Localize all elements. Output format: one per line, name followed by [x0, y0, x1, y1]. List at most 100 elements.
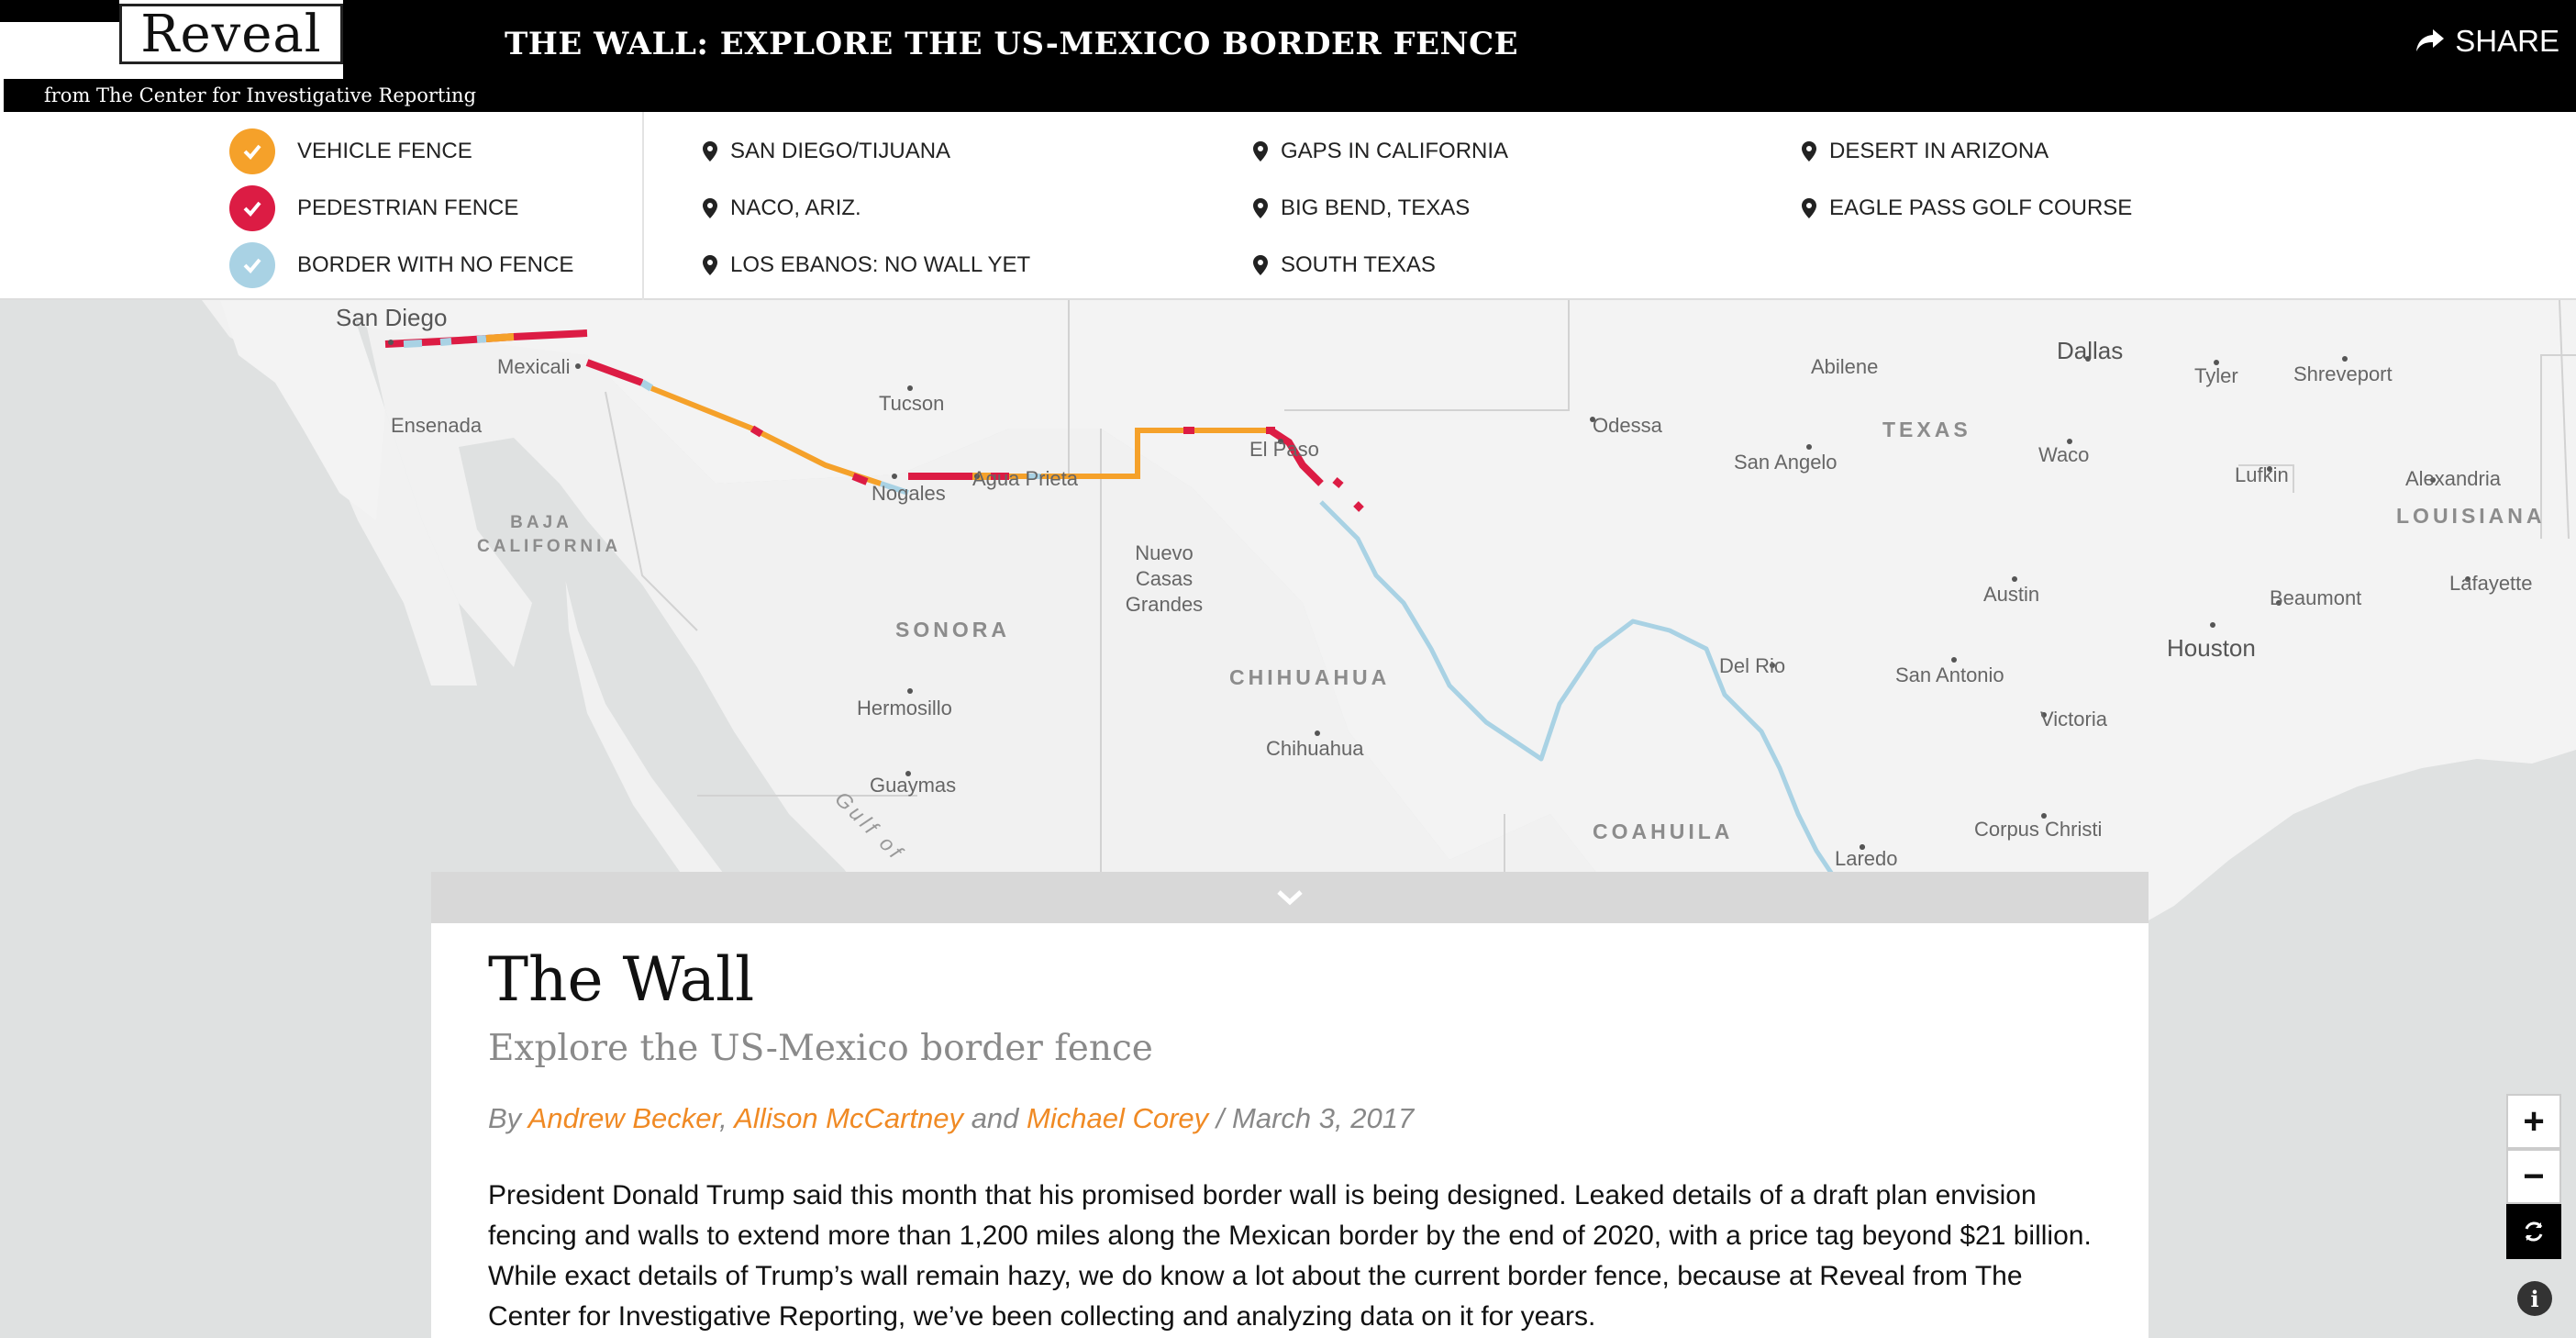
page-title: THE WALL: EXPLORE THE US-MEXICO BORDER F…	[505, 26, 1519, 62]
location-column: SAN DIEGO/TIJUANA NACO, ARIZ. LOS EBANOS…	[703, 123, 1030, 294]
top-header: Reveal from The Center for Investigative…	[0, 0, 2576, 112]
byline-and: and	[971, 1102, 1019, 1134]
city-label: Chihuahua	[1266, 737, 1364, 760]
author-link[interactable]: Michael Corey	[1027, 1102, 1208, 1134]
share-label: SHARE	[2455, 24, 2559, 58]
region-label: BAJA CALIFORNIA	[477, 513, 622, 556]
logo-wordmark: Reveal	[119, 4, 343, 64]
location-label: BIG BEND, TEXAS	[1281, 195, 1471, 220]
check-icon	[229, 242, 275, 288]
author-link[interactable]: Allison McCartney	[734, 1102, 963, 1134]
location-link[interactable]: GAPS IN CALIFORNIA	[1253, 123, 1508, 180]
article-subtitle: Explore the US-Mexico border fence	[488, 1028, 1153, 1069]
city-label: Agua Prieta	[972, 467, 1078, 490]
map-pin-icon	[1253, 198, 1268, 218]
region-label: COAHUILA	[1593, 820, 1734, 843]
map-pin-icon	[703, 141, 717, 162]
panel-toggle-button[interactable]	[431, 872, 2149, 923]
region-label: TEXAS	[1882, 418, 1971, 441]
location-label: NACO, ARIZ.	[730, 195, 861, 220]
legend-pedestrian-fence[interactable]: PEDESTRIAN FENCE	[229, 180, 573, 237]
share-button[interactable]: SHARE	[2415, 24, 2559, 59]
map-pin-icon	[1253, 255, 1268, 275]
divider	[642, 112, 644, 300]
city-label: Beaumont	[2270, 586, 2362, 609]
city-label: San Diego	[336, 304, 448, 331]
location-column: GAPS IN CALIFORNIA BIG BEND, TEXAS SOUTH…	[1253, 123, 1508, 294]
city-label: San Angelo	[1734, 451, 1838, 474]
filter-bar: VEHICLE FENCE PEDESTRIAN FENCE BORDER WI…	[0, 112, 2576, 300]
map-pin-icon	[1802, 198, 1816, 218]
legend-label: BORDER WITH NO FENCE	[297, 252, 574, 277]
city-label: Alexandria	[2405, 467, 2501, 490]
location-label: SOUTH TEXAS	[1281, 252, 1436, 277]
article-title: The Wall	[488, 944, 755, 1015]
location-link[interactable]: NACO, ARIZ.	[703, 180, 1030, 237]
logo-subtitle: from The Center for Investigative Report…	[4, 79, 477, 112]
byline-by: By	[488, 1102, 522, 1134]
city-label: Lafayette	[2449, 572, 2533, 595]
legend-label: VEHICLE FENCE	[297, 139, 472, 163]
city-label: Ensenada	[391, 414, 483, 437]
city-label: Tyler	[2194, 364, 2238, 387]
map-pin-icon	[703, 198, 717, 218]
zoom-out-button[interactable]: −	[2506, 1149, 2561, 1204]
city-label: Victoria	[2040, 708, 2107, 730]
city-label: Nuevo Casas Grandes	[1125, 541, 1204, 616]
reset-view-button[interactable]	[2506, 1204, 2561, 1259]
location-label: DESERT IN ARIZONA	[1829, 139, 2049, 163]
location-label: SAN DIEGO/TIJUANA	[730, 139, 951, 163]
city-label: Del Rio	[1719, 654, 1786, 677]
check-icon	[229, 128, 275, 174]
location-label: GAPS IN CALIFORNIA	[1281, 139, 1509, 163]
region-label: CHIHUAHUA	[1229, 665, 1391, 689]
zoom-in-button[interactable]: +	[2506, 1094, 2561, 1149]
map-pin-icon	[703, 255, 717, 275]
chevron-down-icon	[1277, 890, 1303, 906]
location-label: EAGLE PASS GOLF COURSE	[1829, 195, 2133, 220]
city-label: Abilene	[1811, 355, 1879, 378]
logo-bar	[0, 0, 119, 22]
city-label: Guaymas	[870, 774, 957, 797]
byline-date: / March 3, 2017	[1216, 1102, 1415, 1134]
info-icon[interactable]: i	[2517, 1281, 2552, 1316]
share-icon	[2416, 29, 2445, 51]
legend-label: PEDESTRIAN FENCE	[297, 195, 519, 220]
location-link[interactable]: SOUTH TEXAS	[1253, 237, 1508, 294]
map-pin-icon	[1253, 141, 1268, 162]
byline: By Andrew Becker, Allison McCartney and …	[488, 1102, 2092, 1135]
author-link[interactable]: Andrew Becker	[528, 1102, 720, 1134]
byline-sep: ,	[719, 1102, 727, 1134]
check-icon	[229, 185, 275, 231]
region-label: SONORA	[895, 618, 1010, 641]
city-label: Tucson	[879, 392, 945, 415]
location-link[interactable]: DESERT IN ARIZONA	[1802, 123, 2132, 180]
legend-vehicle-fence[interactable]: VEHICLE FENCE	[229, 123, 573, 180]
city-label: Odessa	[1593, 414, 1662, 437]
city-label: Mexicali	[497, 355, 571, 378]
location-link[interactable]: BIG BEND, TEXAS	[1253, 180, 1508, 237]
article-panel: The Wall Explore the US-Mexico border fe…	[431, 923, 2149, 1338]
city-label: Shreveport	[2293, 362, 2393, 385]
city-label: El Paso	[1249, 438, 1319, 461]
city-label: Austin	[1983, 583, 2040, 606]
city-label: San Antonio	[1895, 663, 2004, 686]
fence-legend: VEHICLE FENCE PEDESTRIAN FENCE BORDER WI…	[229, 123, 573, 294]
city-label: Corpus Christi	[1974, 818, 2103, 841]
refresh-icon	[2525, 1221, 2543, 1242]
city-label: Nogales	[872, 482, 946, 505]
region-label: LOUISIANA	[2396, 504, 2546, 528]
location-column: DESERT IN ARIZONA EAGLE PASS GOLF COURSE	[1802, 123, 2132, 237]
city-label: Houston	[2167, 634, 2256, 662]
city-label: Hermosillo	[857, 697, 952, 719]
city-label: Waco	[2038, 443, 2090, 466]
legend-no-fence[interactable]: BORDER WITH NO FENCE	[229, 237, 573, 294]
location-link[interactable]: SAN DIEGO/TIJUANA	[703, 123, 1030, 180]
logo-bar	[343, 0, 477, 79]
location-link[interactable]: EAGLE PASS GOLF COURSE	[1802, 180, 2132, 237]
reveal-logo[interactable]: Reveal from The Center for Investigative…	[0, 0, 477, 112]
city-label: Laredo	[1835, 847, 1898, 870]
city-label: Lufkin	[2235, 463, 2289, 486]
article-body: President Donald Trump said this month t…	[488, 1180, 2092, 1332]
location-link[interactable]: LOS EBANOS: NO WALL YET	[703, 237, 1030, 294]
